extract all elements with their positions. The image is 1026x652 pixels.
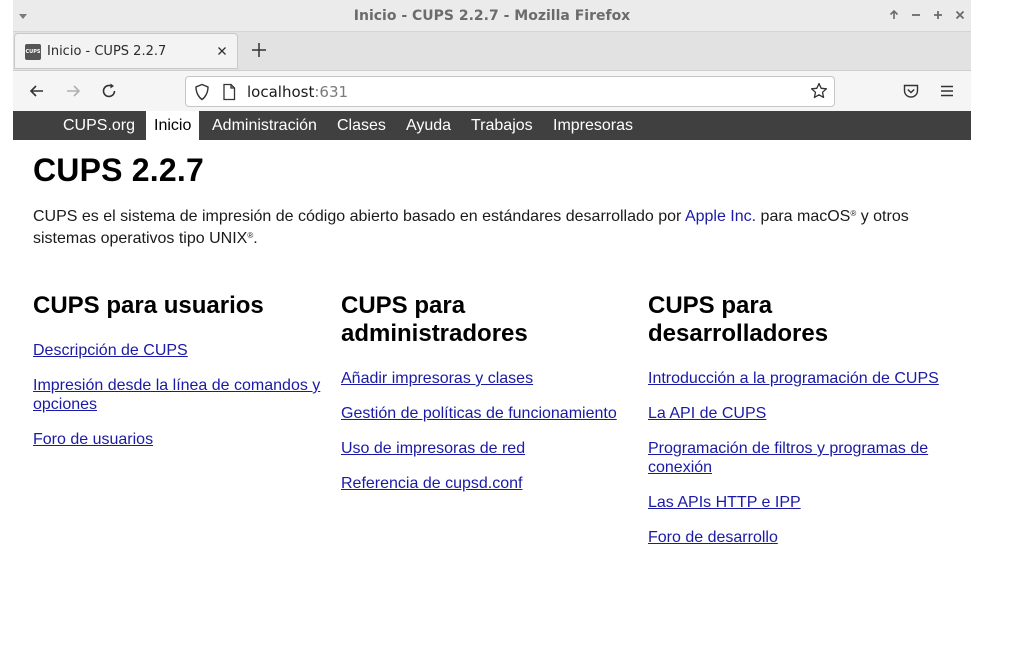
intro-text-end: .: [253, 230, 258, 247]
link-foro-usuarios[interactable]: Foro de usuarios: [33, 430, 328, 449]
column-usuarios: CUPS para usuarios Descripción de CUPS I…: [33, 292, 328, 465]
navigation-toolbar: localhost:631: [13, 70, 971, 111]
minimize-icon[interactable]: [909, 8, 923, 22]
tab-label: Inicio - CUPS 2.2.7: [47, 44, 167, 59]
column-heading: CUPS para administradores: [341, 292, 528, 347]
bookmark-star-icon[interactable]: [810, 82, 828, 105]
nav-trabajos[interactable]: Trabajos: [471, 111, 533, 140]
url-host: localhost: [247, 83, 315, 101]
link-gestion-politicas[interactable]: Gestión de políticas de funcionamiento: [341, 404, 636, 423]
nav-cups-org[interactable]: CUPS.org: [63, 111, 135, 140]
link-anadir-impresoras[interactable]: Añadir impresoras y clases: [341, 369, 636, 388]
maximize-icon[interactable]: [931, 8, 945, 22]
keep-above-icon[interactable]: [887, 8, 901, 22]
link-api-cups[interactable]: La API de CUPS: [648, 404, 943, 423]
close-window-icon[interactable]: [953, 8, 967, 22]
url-port: :631: [314, 83, 349, 101]
link-programacion-filtros[interactable]: Programación de filtros y programas de c…: [648, 439, 943, 477]
address-bar[interactable]: localhost:631: [185, 76, 835, 107]
link-apis-http-ipp[interactable]: Las APIs HTTP e IPP: [648, 493, 943, 512]
shield-icon[interactable]: [194, 83, 210, 106]
tab-strip: CUPS Inicio - CUPS 2.2.7: [13, 32, 971, 70]
link-uso-impresoras-red[interactable]: Uso de impresoras de red: [341, 439, 636, 458]
page-content: CUPS 2.2.7 CUPS es el sistema de impresi…: [13, 140, 971, 652]
link-descripcion-cups[interactable]: Descripción de CUPS: [33, 341, 328, 360]
nav-impresoras[interactable]: Impresoras: [553, 111, 633, 140]
cups-favicon-icon: CUPS: [25, 44, 41, 60]
column-administradores: CUPS para administradores Añadir impreso…: [341, 292, 636, 509]
title-bar: Inicio - CUPS 2.2.7 - Mozilla Firefox: [13, 0, 971, 32]
link-impresion-linea-comandos[interactable]: Impresión desde la línea de comandos y o…: [33, 376, 328, 414]
link-foro-desarrollo[interactable]: Foro de desarrollo: [648, 528, 943, 547]
intro-text-macos: para macOS: [756, 208, 851, 225]
nav-inicio[interactable]: Inicio: [146, 111, 200, 140]
url-text: localhost:631: [247, 83, 348, 101]
nav-ayuda[interactable]: Ayuda: [406, 111, 451, 140]
intro-paragraph: CUPS es el sistema de impresión de códig…: [33, 204, 933, 248]
column-heading: CUPS para usuarios: [33, 292, 264, 319]
nav-clases[interactable]: Clases: [337, 111, 386, 140]
forward-icon[interactable]: [63, 81, 83, 101]
apple-inc-link[interactable]: Apple Inc.: [685, 208, 756, 225]
intro-text-start: CUPS es el sistema de impresión de códig…: [33, 208, 685, 225]
new-tab-icon[interactable]: [249, 40, 269, 60]
browser-window: Inicio - CUPS 2.2.7 - Mozilla Firefox CU…: [13, 0, 971, 652]
cups-navigation: CUPS.org Inicio Administración Clases Ay…: [13, 111, 971, 140]
hamburger-menu-icon[interactable]: [937, 81, 957, 101]
column-heading: CUPS para desarrolladores: [648, 292, 829, 347]
reload-icon[interactable]: [99, 81, 119, 101]
window-title: Inicio - CUPS 2.2.7 - Mozilla Firefox: [353, 8, 631, 24]
back-icon[interactable]: [27, 81, 47, 101]
close-tab-icon[interactable]: [215, 44, 229, 58]
pocket-icon[interactable]: [901, 81, 921, 101]
link-introduccion-programacion[interactable]: Introducción a la programación de CUPS: [648, 369, 943, 388]
tab-inicio[interactable]: CUPS Inicio - CUPS 2.2.7: [14, 33, 238, 69]
nav-administracion[interactable]: Administración: [212, 111, 317, 140]
page-title: CUPS 2.2.7: [33, 152, 204, 188]
page-info-icon[interactable]: [222, 83, 236, 106]
link-referencia-cupsd[interactable]: Referencia de cupsd.conf: [341, 474, 636, 493]
column-desarrolladores: CUPS para desarrolladores Introducción a…: [648, 292, 943, 563]
